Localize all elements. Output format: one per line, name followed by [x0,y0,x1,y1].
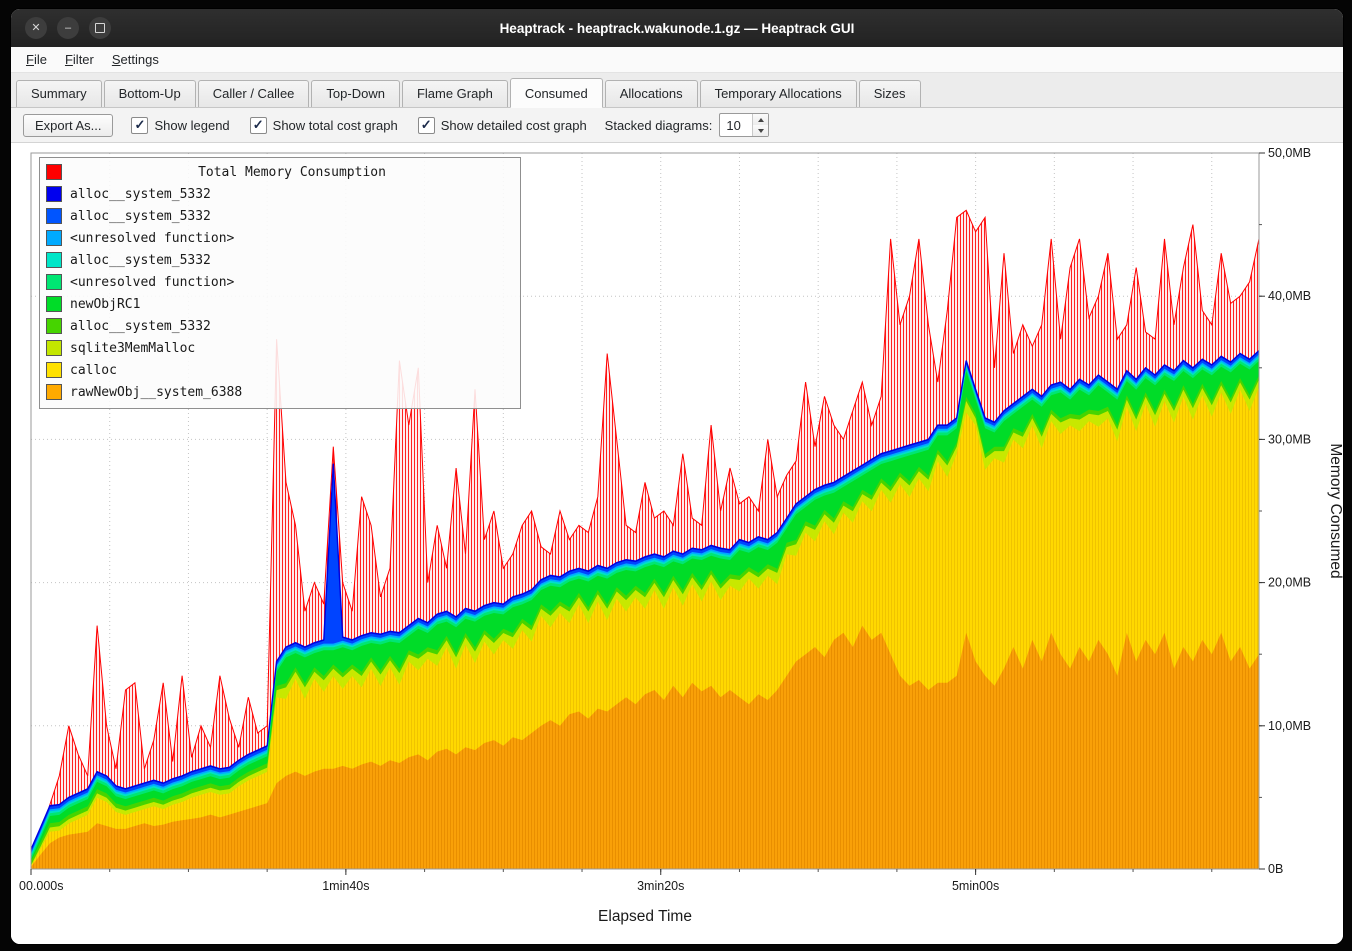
app-window: ✕ – Heaptrack - heaptrack.wakunode.1.gz … [10,8,1344,945]
tab-temporary-allocations[interactable]: Temporary Allocations [700,80,857,107]
svg-text:1min40s: 1min40s [322,879,369,893]
tab-consumed[interactable]: Consumed [510,78,603,108]
legend-swatch [46,164,62,180]
legend-item: sqlite3MemMalloc [46,337,514,359]
legend-label: Total Memory Consumption [70,165,514,180]
legend-label: calloc [70,363,117,378]
legend-swatch [46,384,62,400]
tab-bar: SummaryBottom-UpCaller / CalleeTop-DownF… [11,73,1343,108]
checkbox-icon[interactable] [250,117,267,134]
svg-text:5min00s: 5min00s [952,879,999,893]
spin-up-icon [758,118,764,122]
checkbox-icon[interactable] [418,117,435,134]
legend-item: calloc [46,359,514,381]
checkbox-label: Show detailed cost graph [441,118,587,133]
svg-text:0B: 0B [1268,862,1283,876]
chart-legend: Total Memory Consumption alloc__system_53… [39,157,521,409]
checkbox-show-legend[interactable]: Show legend [131,117,229,134]
legend-swatch [46,362,62,378]
legend-swatch [46,186,62,202]
legend-swatch [46,230,62,246]
tab-sizes[interactable]: Sizes [859,80,921,107]
spin-up-button[interactable] [753,114,768,125]
toolbar-checkboxes: Show legend Show total cost graph Show det… [131,117,586,134]
stacked-diagrams-spinbox[interactable]: 10 [719,113,769,137]
legend-label: <unresolved function> [70,231,234,246]
legend-swatch [46,296,62,312]
legend-swatch [46,208,62,224]
menu-bar: FileFilterSettings [11,47,1343,73]
svg-text:00.000s: 00.000s [19,879,63,893]
spin-down-button[interactable] [753,125,768,136]
legend-swatch [46,318,62,334]
svg-text:30,0MB: 30,0MB [1268,432,1311,446]
export-as-button[interactable]: Export As... [23,114,113,137]
legend-item: alloc__system_5332 [46,249,514,271]
tab-flame-graph[interactable]: Flame Graph [402,80,508,107]
tab-allocations[interactable]: Allocations [605,80,698,107]
tab-caller-callee[interactable]: Caller / Callee [198,80,310,107]
legend-label: alloc__system_5332 [70,187,211,202]
window-title: Heaptrack - heaptrack.wakunode.1.gz — He… [11,9,1343,47]
legend-item: rawNewObj__system_6388 [46,381,514,403]
legend-label: newObjRC1 [70,297,140,312]
svg-text:50,0MB: 50,0MB [1268,146,1311,160]
checkbox-show-detailed-cost-graph[interactable]: Show detailed cost graph [418,117,587,134]
legend-item: newObjRC1 [46,293,514,315]
legend-title-row: Total Memory Consumption [46,161,514,183]
checkbox-show-total-cost-graph[interactable]: Show total cost graph [250,117,398,134]
tab-top-down[interactable]: Top-Down [311,80,400,107]
legend-label: <unresolved function> [70,275,234,290]
legend-item: alloc__system_5332 [46,205,514,227]
svg-text:3min20s: 3min20s [637,879,684,893]
legend-item: <unresolved function> [46,271,514,293]
x-axis-label: Elapsed Time [598,908,692,925]
title-bar[interactable]: ✕ – Heaptrack - heaptrack.wakunode.1.gz … [11,9,1343,47]
y-axis-label: Memory Consumed [1327,443,1343,578]
tab-bottom-up[interactable]: Bottom-Up [104,80,196,107]
checkbox-label: Show total cost graph [273,118,398,133]
tab-summary[interactable]: Summary [16,80,102,107]
toolbar: Export As... Show legend Show total cost … [11,108,1343,143]
menu-item-settings[interactable]: Settings [103,49,168,70]
checkbox-icon[interactable] [131,117,148,134]
menu-item-file[interactable]: File [17,49,56,70]
menu-item-filter[interactable]: Filter [56,49,103,70]
legend-label: sqlite3MemMalloc [70,341,195,356]
stacked-diagrams-label: Stacked diagrams: [605,118,713,133]
legend-item: <unresolved function> [46,227,514,249]
legend-swatch [46,274,62,290]
legend-swatch [46,252,62,268]
stacked-diagrams-group: Stacked diagrams: 10 [605,113,770,137]
svg-text:20,0MB: 20,0MB [1268,576,1311,590]
legend-label: alloc__system_5332 [70,319,211,334]
legend-item: alloc__system_5332 [46,183,514,205]
legend-swatch [46,340,62,356]
svg-text:40,0MB: 40,0MB [1268,289,1311,303]
chart-area: 0B 10,0MB 20,0MB 30,0MB 40,0MB 50,0MB 00.000s 1… [11,143,1343,945]
legend-item: alloc__system_5332 [46,315,514,337]
stacked-diagrams-value: 10 [720,114,752,136]
checkbox-label: Show legend [154,118,229,133]
legend-label: alloc__system_5332 [70,209,211,224]
svg-text:10,0MB: 10,0MB [1268,719,1311,733]
legend-label: rawNewObj__system_6388 [70,385,242,400]
legend-label: alloc__system_5332 [70,253,211,268]
spin-down-icon [758,129,764,133]
